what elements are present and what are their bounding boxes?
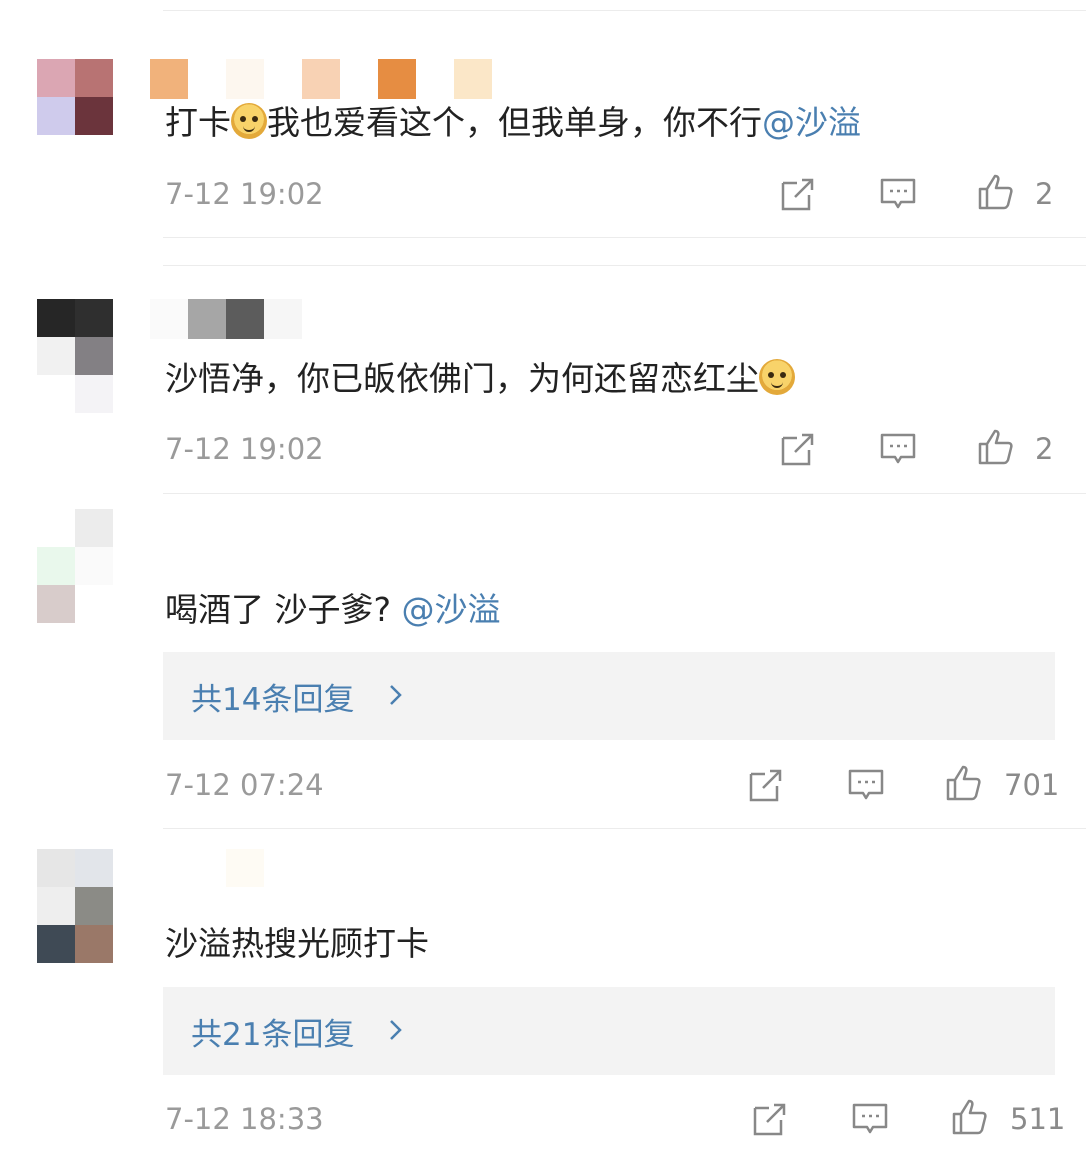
doge-emoji-icon (231, 103, 267, 139)
comment-time: 7-12 18:33 (165, 1102, 324, 1136)
thumbs-up-icon[interactable] (977, 173, 1015, 211)
replies-count-link[interactable]: 共14条回复 (191, 674, 354, 719)
replies-panel[interactable]: 共21条回复 (163, 987, 1055, 1075)
replies-count-link[interactable]: 共21条回复 (191, 1009, 354, 1054)
thumbs-up-icon[interactable] (945, 764, 983, 802)
like-count: 701 (1004, 768, 1060, 802)
mention-link[interactable]: @沙溢 (762, 103, 861, 142)
avatar-fragment (75, 509, 113, 547)
avatar[interactable] (37, 547, 113, 623)
username-blurred[interactable] (226, 849, 264, 887)
top-divider (163, 10, 1086, 11)
comment-time: 7-12 07:24 (165, 768, 324, 802)
divider (163, 493, 1086, 494)
comment-text-part: 打卡 (165, 103, 231, 142)
comment-text-part: 喝酒了 沙子爹? (165, 590, 402, 629)
comment-text-part: 沙溢热搜光顾打卡 (165, 924, 429, 963)
comment-text-part: 沙悟净，你已皈依佛门，为何还留恋红尘 (165, 359, 759, 398)
doge-emoji-icon (759, 359, 795, 395)
comment-icon[interactable] (851, 1100, 889, 1138)
thumbs-up-icon[interactable] (977, 428, 1015, 466)
thumbs-up-icon[interactable] (951, 1098, 989, 1136)
comment-text: 打卡 我也爱看这个，但我单身，你不行@沙溢 (165, 101, 861, 145)
divider (163, 828, 1086, 829)
like-count: 511 (1010, 1102, 1066, 1136)
avatar[interactable] (37, 59, 113, 135)
avatar[interactable] (37, 299, 113, 375)
chevron-right-icon (390, 685, 402, 705)
comment-text-part: 我也爱看这个，但我单身，你不行 (267, 103, 762, 142)
comment-time: 7-12 19:02 (165, 177, 324, 211)
comment-text: 沙悟净，你已皈依佛门，为何还留恋红尘 (165, 357, 795, 401)
comment-time: 7-12 19:02 (165, 432, 324, 466)
share-edit-icon[interactable] (779, 175, 817, 213)
comment-text: 喝酒了 沙子爹? @沙溢 (165, 588, 501, 632)
comment-icon[interactable] (847, 766, 885, 804)
username-blurred[interactable] (150, 59, 530, 99)
divider (163, 237, 1086, 238)
comment-icon[interactable] (879, 175, 917, 213)
chevron-right-icon (390, 1020, 402, 1040)
share-edit-icon[interactable] (751, 1100, 789, 1138)
avatar-fragment (75, 375, 113, 413)
divider (163, 265, 1086, 266)
username-blurred[interactable] (150, 299, 340, 339)
avatar[interactable] (37, 849, 113, 963)
comment-icon[interactable] (879, 430, 917, 468)
comment-text: 沙溢热搜光顾打卡 (165, 922, 429, 966)
share-edit-icon[interactable] (747, 766, 785, 804)
mention-link[interactable]: @沙溢 (402, 590, 501, 629)
like-count: 2 (1035, 432, 1054, 466)
share-edit-icon[interactable] (779, 430, 817, 468)
replies-panel[interactable]: 共14条回复 (163, 652, 1055, 740)
like-count: 2 (1035, 177, 1054, 211)
